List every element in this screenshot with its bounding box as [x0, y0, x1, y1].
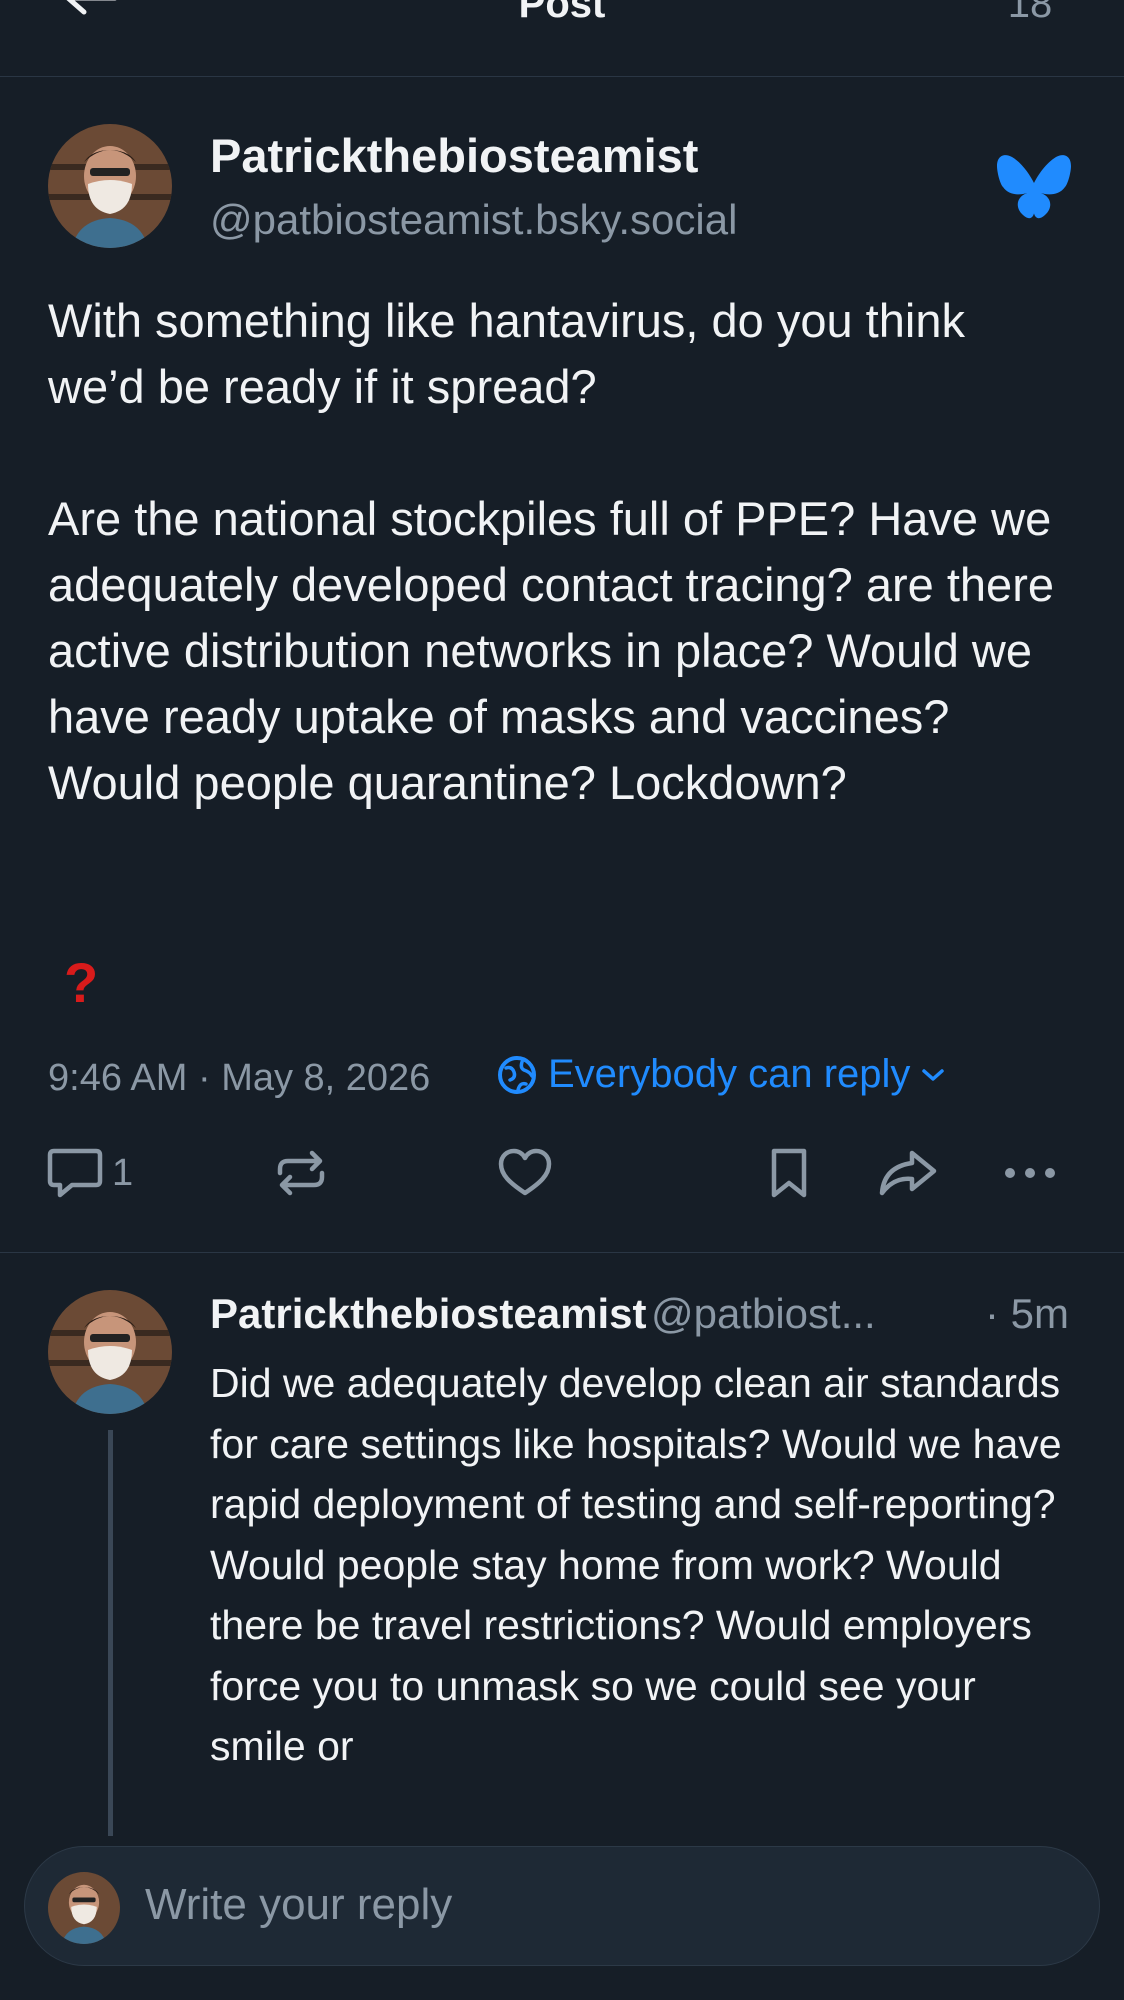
- reply-author-name[interactable]: Patrickthebiosteamist: [210, 1290, 647, 1337]
- chevron-down-icon: [922, 1068, 945, 1081]
- reply-age[interactable]: · 5m: [985, 1290, 1069, 1338]
- post-actions: 1: [0, 1138, 1124, 1218]
- post-timestamp: 9:46 AM · May 8, 2026: [48, 1057, 431, 1099]
- heart-icon: [498, 1148, 552, 1196]
- like-button[interactable]: [496, 1138, 554, 1208]
- header-right-label[interactable]: 18: [1000, 0, 1060, 27]
- bluesky-butterfly-icon[interactable]: [995, 152, 1073, 222]
- top-bar: Post 18: [0, 0, 1124, 77]
- reply-author-handle[interactable]: @patbiost...: [651, 1290, 876, 1337]
- bookmark-button[interactable]: [760, 1138, 818, 1208]
- avatar[interactable]: [48, 124, 172, 248]
- reply-header: Patrickthebiosteamist @patbiost...: [210, 1290, 1090, 1338]
- more-options-button[interactable]: [1000, 1138, 1060, 1208]
- repost-button[interactable]: [272, 1138, 330, 1208]
- composer-avatar: [48, 1872, 120, 1944]
- share-button[interactable]: [876, 1138, 940, 1208]
- bookmark-icon: [771, 1148, 807, 1198]
- more-icon: [1005, 1168, 1055, 1178]
- comment-button[interactable]: 1: [46, 1138, 133, 1208]
- question-mark-emoji: ?: [64, 951, 99, 1014]
- reply-avatar[interactable]: [48, 1290, 172, 1414]
- page-title: Post: [518, 0, 606, 26]
- reply-text: Did we adequately develop clean air stan…: [210, 1360, 1062, 1769]
- divider: [0, 1252, 1124, 1253]
- comment-icon: [47, 1148, 103, 1198]
- post-text: With something like hantavirus, do you t…: [48, 294, 1054, 809]
- reply-setting-label: Everybody can reply: [548, 1052, 911, 1096]
- share-icon: [879, 1150, 937, 1196]
- reply-setting-button[interactable]: Everybody can reply: [496, 1052, 946, 1097]
- author-handle[interactable]: @patbiosteamist.bsky.social: [210, 196, 737, 244]
- globe-icon: [498, 1055, 536, 1094]
- thread-line: [108, 1430, 113, 1850]
- reply-count: 1: [112, 1151, 134, 1194]
- repost-icon: [277, 1150, 325, 1196]
- author-name[interactable]: Patrickthebiosteamist: [210, 128, 698, 183]
- reply-placeholder: Write your reply: [145, 1880, 453, 1929]
